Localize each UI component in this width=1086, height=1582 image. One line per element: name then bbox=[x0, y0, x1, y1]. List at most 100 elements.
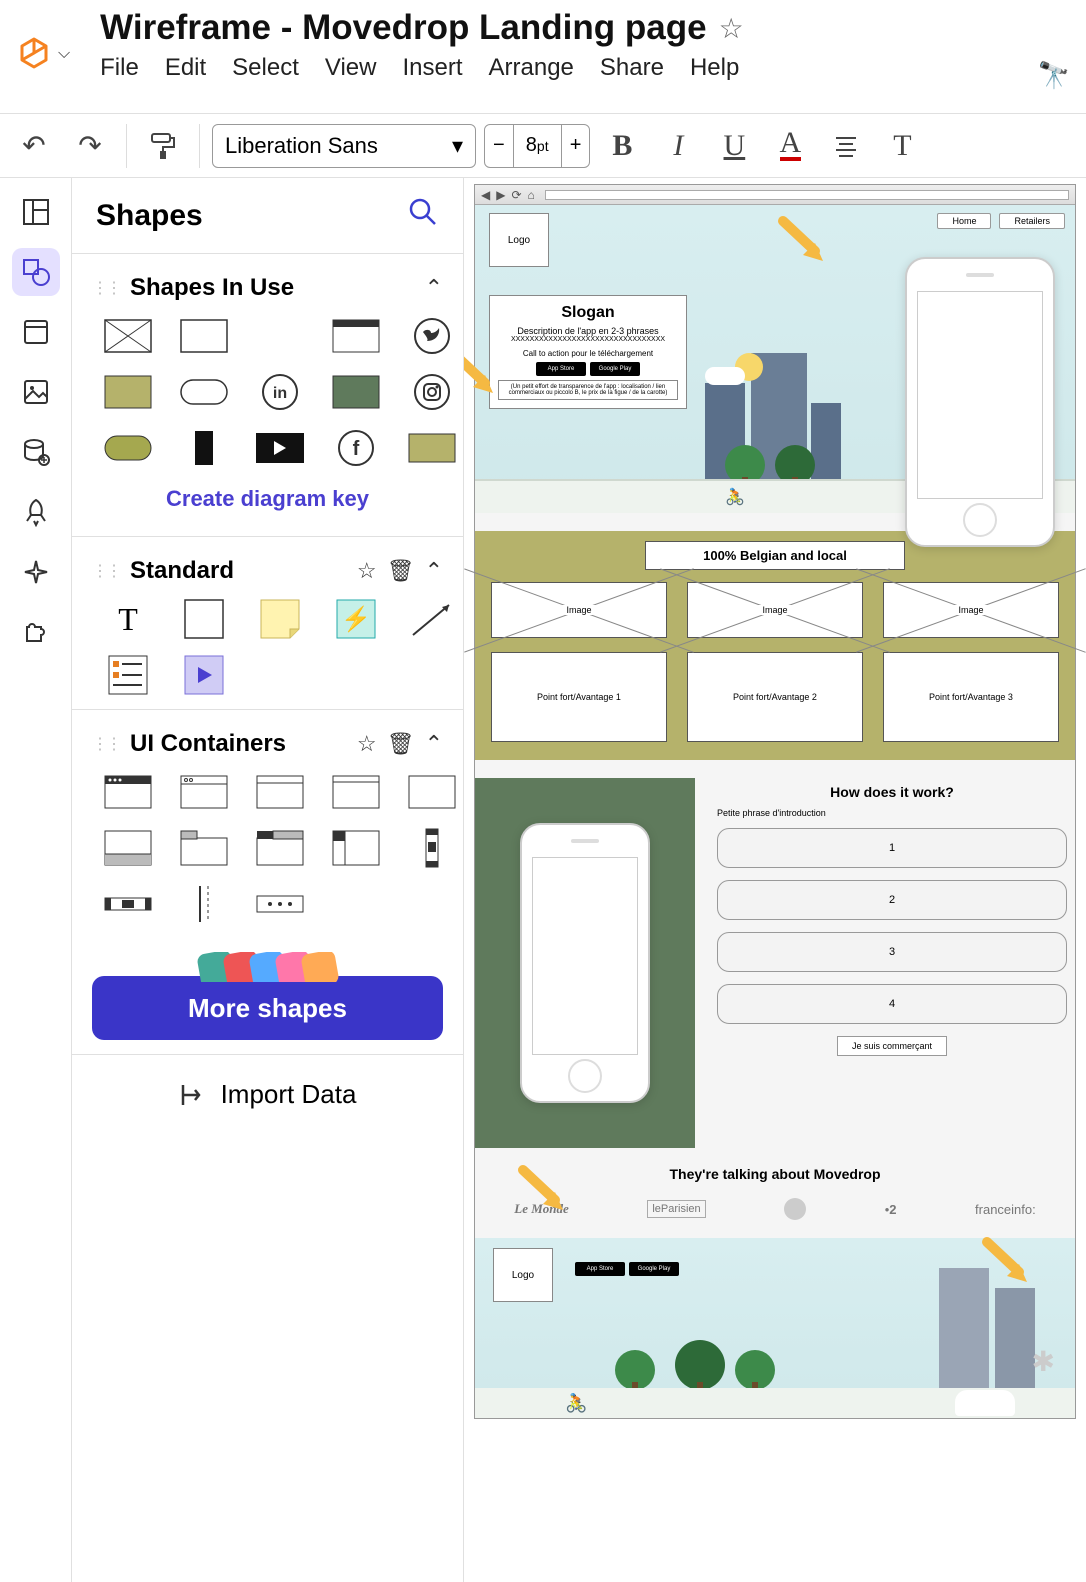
bold-button[interactable]: B bbox=[598, 122, 646, 170]
undo-button[interactable]: ↶ bbox=[10, 122, 58, 170]
collapse-icon[interactable]: ⌃ bbox=[425, 275, 443, 301]
step-pill[interactable]: 3 bbox=[717, 932, 1067, 972]
canvas[interactable]: ◀ ▶ ⟳ ⌂ 🚴 bbox=[464, 178, 1086, 1582]
shape-media[interactable] bbox=[176, 655, 232, 695]
document-title[interactable]: Wireframe - Movedrop Landing page bbox=[100, 8, 706, 48]
font-size-value[interactable]: 8pt bbox=[513, 125, 561, 167]
binoculars-icon[interactable]: 🔭 bbox=[1038, 60, 1070, 91]
googleplay-badge[interactable]: Google Play bbox=[590, 362, 640, 376]
star-icon[interactable]: ☆ bbox=[719, 12, 744, 45]
menu-help[interactable]: Help bbox=[690, 54, 739, 91]
shape-scrollbar-h[interactable] bbox=[100, 884, 156, 924]
rail-shapes-icon[interactable] bbox=[12, 248, 60, 296]
rail-data-icon[interactable] bbox=[12, 428, 60, 476]
googleplay-badge[interactable]: Google Play bbox=[629, 1262, 679, 1276]
trash-icon[interactable]: 🗑 bbox=[387, 558, 415, 584]
rail-rocket-icon[interactable] bbox=[12, 488, 60, 536]
shape-list[interactable] bbox=[100, 655, 156, 695]
shape-pill[interactable] bbox=[176, 372, 232, 412]
rail-sparkle-icon[interactable] bbox=[12, 548, 60, 596]
rail-layout-icon[interactable] bbox=[12, 188, 60, 236]
shape-olive-pill[interactable] bbox=[100, 428, 156, 468]
import-data-label: Import Data bbox=[221, 1079, 357, 1110]
import-data-button[interactable]: Import Data bbox=[72, 1054, 463, 1134]
shape-video-icon[interactable] bbox=[252, 428, 308, 468]
rail-window-icon[interactable] bbox=[12, 308, 60, 356]
create-diagram-key-link[interactable]: Create diagram key bbox=[72, 468, 463, 522]
shape-twitter-icon[interactable] bbox=[404, 316, 460, 356]
shape-olive-rect[interactable] bbox=[100, 372, 156, 412]
shape-rectangle[interactable] bbox=[176, 316, 232, 356]
shape-text[interactable]: T bbox=[100, 599, 156, 639]
shape-facebook-icon[interactable]: f bbox=[328, 428, 384, 468]
slogan-cta: Call to action pour le téléchargement bbox=[498, 349, 678, 358]
shape-block[interactable] bbox=[176, 599, 232, 639]
shape-linkedin-icon[interactable]: in bbox=[252, 372, 308, 412]
font-family-select[interactable]: Liberation Sans ▾ bbox=[212, 124, 476, 168]
text-color-button[interactable]: A bbox=[766, 122, 814, 170]
rail-image-icon[interactable] bbox=[12, 368, 60, 416]
shape-green-rect[interactable] bbox=[328, 372, 384, 412]
shape-window-plain[interactable] bbox=[252, 772, 308, 812]
trash-icon[interactable]: 🗑 bbox=[387, 731, 415, 757]
shape-note[interactable] bbox=[252, 599, 308, 639]
redo-button[interactable]: ↷ bbox=[66, 122, 114, 170]
shape-tabs-dark[interactable] bbox=[252, 828, 308, 868]
merchant-button[interactable]: Je suis commerçant bbox=[837, 1036, 947, 1056]
paint-roller-icon[interactable] bbox=[139, 122, 187, 170]
pin-icon[interactable]: ☆ bbox=[357, 731, 377, 757]
shape-image-placeholder[interactable] bbox=[100, 316, 156, 356]
shape-toolbar[interactable] bbox=[252, 884, 308, 924]
menu-file[interactable]: File bbox=[100, 54, 139, 91]
drag-handle-icon[interactable]: ⋮⋮ bbox=[92, 734, 120, 754]
rail-puzzle-icon[interactable] bbox=[12, 608, 60, 656]
shape-frame[interactable] bbox=[404, 772, 460, 812]
underline-button[interactable]: U bbox=[710, 122, 758, 170]
collapse-icon[interactable]: ⌃ bbox=[425, 731, 443, 757]
search-icon[interactable] bbox=[407, 196, 439, 235]
shape-black-rect[interactable] bbox=[176, 428, 232, 468]
menu-edit[interactable]: Edit bbox=[165, 54, 206, 91]
appstore-badge[interactable]: App Store bbox=[575, 1262, 625, 1276]
app-logo[interactable]: ⌵ bbox=[16, 36, 70, 72]
menu-arrange[interactable]: Arrange bbox=[489, 54, 574, 91]
menu-share[interactable]: Share bbox=[600, 54, 664, 91]
nav-home-button[interactable]: Home bbox=[937, 213, 991, 229]
menu-view[interactable]: View bbox=[325, 54, 377, 91]
align-button[interactable] bbox=[822, 122, 870, 170]
shape-olive-rect-2[interactable] bbox=[404, 428, 460, 468]
shape-divider-v[interactable] bbox=[176, 884, 232, 924]
size-decrease-button[interactable]: − bbox=[485, 125, 513, 167]
menu-insert[interactable]: Insert bbox=[402, 54, 462, 91]
font-size-stepper[interactable]: − 8pt + bbox=[484, 124, 590, 168]
pin-icon[interactable]: ☆ bbox=[357, 558, 377, 584]
text-tool-button[interactable]: T bbox=[878, 122, 926, 170]
drag-handle-icon[interactable]: ⋮⋮ bbox=[92, 278, 120, 298]
slogan-filler: XXXXXXXXXXXXXXXXXXXXXXXXXXXXXXXXX bbox=[498, 336, 678, 343]
shape-instagram-icon[interactable] bbox=[404, 372, 460, 412]
italic-button[interactable]: I bbox=[654, 122, 702, 170]
shape-splitpane-h[interactable] bbox=[100, 828, 156, 868]
shape-arrow-line[interactable] bbox=[404, 599, 460, 639]
size-increase-button[interactable]: + bbox=[561, 125, 590, 167]
step-pill[interactable]: 4 bbox=[717, 984, 1067, 1024]
slogan-note: (Un petit effort de transparence de l'ap… bbox=[498, 380, 678, 400]
step-pill[interactable]: 2 bbox=[717, 880, 1067, 920]
shape-panel[interactable] bbox=[328, 772, 384, 812]
shape-hotspot[interactable]: ⚡ bbox=[328, 599, 384, 639]
menu-select[interactable]: Select bbox=[232, 54, 299, 91]
shape-browser-window[interactable] bbox=[328, 316, 384, 356]
nav-retailers-button[interactable]: Retailers bbox=[999, 213, 1065, 229]
collapse-icon[interactable]: ⌃ bbox=[425, 558, 443, 584]
step-pill[interactable]: 1 bbox=[717, 828, 1067, 868]
shape-layout-sidebar[interactable] bbox=[328, 828, 384, 868]
wireframe-browser[interactable]: ◀ ▶ ⟳ ⌂ 🚴 bbox=[474, 184, 1076, 1419]
appstore-badge[interactable]: App Store bbox=[536, 362, 586, 376]
shape-window-dark[interactable] bbox=[100, 772, 156, 812]
shape-window-light[interactable] bbox=[176, 772, 232, 812]
drag-handle-icon[interactable]: ⋮⋮ bbox=[92, 561, 120, 581]
more-shapes-button[interactable]: More shapes bbox=[92, 976, 443, 1040]
shape-tabs-top[interactable] bbox=[176, 828, 232, 868]
shape-scrollbar-v[interactable] bbox=[404, 828, 460, 868]
top-bar: ⌵ Wireframe - Movedrop Landing page ☆ Fi… bbox=[0, 0, 1086, 114]
